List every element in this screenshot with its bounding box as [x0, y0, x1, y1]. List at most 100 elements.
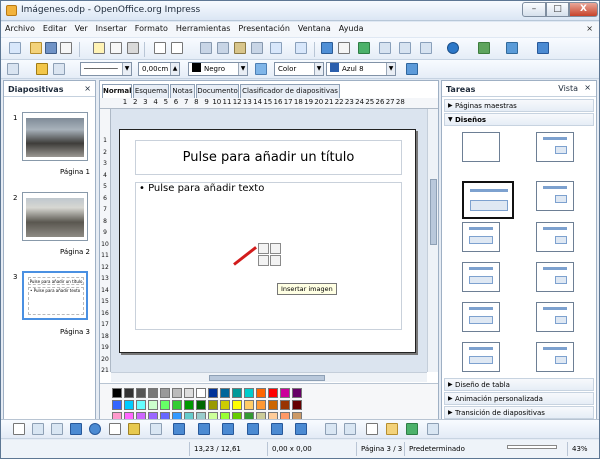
fill-color-select[interactable]: Azul 8 ▼ [326, 62, 396, 76]
line-style-select[interactable]: ──────── ▼ [80, 62, 132, 76]
minimize-button[interactable]: – [522, 2, 546, 17]
color-swatch[interactable] [124, 400, 134, 410]
close-icon[interactable]: × [84, 84, 91, 93]
layout-option[interactable] [536, 262, 574, 292]
color-swatch[interactable] [160, 400, 170, 410]
callouts-icon[interactable] [271, 423, 283, 435]
color-swatch[interactable] [124, 388, 134, 398]
menu-archivo[interactable]: Archivo [1, 22, 39, 33]
maximize-button[interactable]: □ [546, 2, 569, 17]
line-width-field[interactable]: 0,00cm ▲ [138, 62, 180, 76]
layout-option[interactable] [536, 342, 574, 372]
chevron-down-icon[interactable]: ▼ [314, 63, 323, 75]
zoom-slider[interactable] [507, 445, 557, 449]
view-menu[interactable]: Vista [558, 84, 578, 93]
color-swatch[interactable] [172, 400, 182, 410]
insert-image-icon[interactable] [258, 255, 269, 266]
edit-file-icon[interactable] [93, 42, 105, 54]
layout-option[interactable] [462, 342, 500, 372]
flowchart-icon[interactable] [247, 423, 259, 435]
tab-normal[interactable]: Normal [102, 84, 132, 99]
color-swatch[interactable] [256, 388, 266, 398]
save-icon[interactable] [45, 42, 57, 54]
text-icon[interactable] [109, 423, 121, 435]
menu-herramientas[interactable]: Herramientas [172, 22, 235, 33]
slide-3[interactable]: Pulse para añadir un título • Pulse para… [119, 129, 416, 353]
slide-design-icon[interactable] [537, 42, 549, 54]
spin-icon[interactable]: ▲ [170, 63, 179, 75]
open-icon[interactable] [30, 42, 42, 54]
pdf-export-icon[interactable] [110, 42, 122, 54]
menu-ventana[interactable]: Ventana [294, 22, 335, 33]
area-fill-icon[interactable] [255, 63, 267, 75]
tab-documento[interactable]: Documento [196, 84, 239, 98]
layout-option[interactable] [536, 181, 574, 211]
color-swatch[interactable] [244, 388, 254, 398]
color-swatch[interactable] [112, 400, 122, 410]
tab-esquema[interactable]: Esquema [133, 84, 169, 98]
glue-points-icon[interactable] [344, 423, 356, 435]
color-swatch[interactable] [244, 400, 254, 410]
rectangle-icon[interactable] [70, 423, 82, 435]
slide-thumbnail-2[interactable] [22, 192, 88, 241]
color-swatch[interactable] [148, 388, 158, 398]
ellipse-icon[interactable] [89, 423, 101, 435]
horizontal-scroll-thumb[interactable] [209, 375, 325, 381]
chart-icon[interactable] [321, 42, 333, 54]
menu-insertar[interactable]: Insertar [92, 22, 131, 33]
color-swatch[interactable] [136, 388, 146, 398]
shadow-icon[interactable] [406, 63, 418, 75]
autospellcheck-icon[interactable] [171, 42, 183, 54]
table-design-section[interactable]: ▶ Diseño de tabla [444, 378, 594, 391]
copy-icon[interactable] [217, 42, 229, 54]
select-icon[interactable] [13, 423, 25, 435]
paste-icon[interactable] [234, 42, 246, 54]
designs-section[interactable]: ▼ Diseños [444, 113, 594, 126]
color-swatch[interactable] [292, 388, 302, 398]
vertical-scroll-thumb[interactable] [430, 179, 437, 245]
color-swatch[interactable] [196, 388, 206, 398]
insert-table-icon[interactable] [258, 243, 269, 254]
master-pages-section[interactable]: ▶ Páginas maestras [444, 99, 594, 112]
display-grid-icon[interactable] [379, 42, 391, 54]
close-icon[interactable]: × [584, 83, 591, 92]
stars-icon[interactable] [295, 423, 307, 435]
new-document-icon[interactable] [9, 42, 21, 54]
curve-icon[interactable] [128, 423, 140, 435]
extrusion-icon[interactable] [427, 423, 439, 435]
horizontal-scrollbar[interactable] [111, 372, 427, 382]
slide-transition-section[interactable]: ▶ Transición de diapositivas [444, 406, 594, 419]
slide-thumbnail-1[interactable] [22, 112, 88, 161]
color-swatch[interactable] [160, 388, 170, 398]
layout-option[interactable] [462, 222, 500, 252]
layout-option[interactable] [462, 262, 500, 292]
color-swatch[interactable] [208, 388, 218, 398]
document-close-icon[interactable]: × [586, 24, 593, 33]
menu-formato[interactable]: Formato [131, 22, 172, 33]
color-swatch[interactable] [184, 388, 194, 398]
menu-ayuda[interactable]: Ayuda [335, 22, 368, 33]
symbol-shapes-icon[interactable] [198, 423, 210, 435]
color-swatch[interactable] [172, 388, 182, 398]
color-swatch[interactable] [232, 388, 242, 398]
slide-layout-icon[interactable] [506, 42, 518, 54]
help-icon[interactable] [447, 42, 459, 54]
layout-option[interactable] [536, 302, 574, 332]
insert-chart-icon[interactable] [270, 243, 281, 254]
layout-option[interactable] [462, 302, 500, 332]
basic-shapes-icon[interactable] [173, 423, 185, 435]
menu-ver[interactable]: Ver [71, 22, 92, 33]
gallery-icon[interactable] [406, 423, 418, 435]
menu-presentacion[interactable]: Presentación [234, 22, 294, 33]
close-window-button[interactable]: X [569, 2, 598, 17]
color-swatch[interactable] [136, 400, 146, 410]
line-color-select[interactable]: Negro ▼ [188, 62, 248, 76]
color-swatch[interactable] [268, 388, 278, 398]
layout-option[interactable] [462, 181, 514, 219]
zoom-icon[interactable] [420, 42, 432, 54]
title-placeholder[interactable]: Pulse para añadir un título [135, 140, 402, 175]
tab-notas[interactable]: Notas [170, 84, 195, 98]
clone-format-icon[interactable] [251, 42, 263, 54]
color-swatch[interactable] [280, 400, 290, 410]
menu-editar[interactable]: Editar [39, 22, 71, 33]
